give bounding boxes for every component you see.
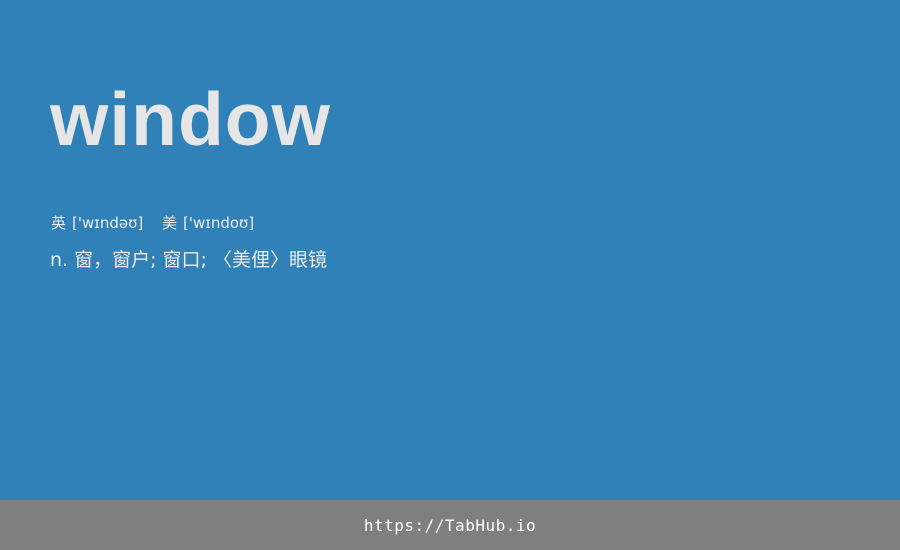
phonetics: 英 ['wɪndəʊ] 美 ['wɪndoʊ] [51, 212, 268, 234]
definition: n. 窗，窗户; 窗口; 〈美俚〉眼镜 [50, 246, 327, 274]
phonetic-us-ipa: ['wɪndoʊ] [183, 214, 255, 232]
phonetic-uk: 英 ['wɪndəʊ] [51, 214, 148, 232]
phonetic-us-region: 美 [162, 214, 178, 232]
phonetic-uk-ipa: ['wɪndəʊ] [72, 214, 144, 232]
headword: window [50, 77, 331, 161]
part-of-speech: n. [50, 249, 69, 271]
page: window 英 ['wɪndəʊ] 美 ['wɪndoʊ] n. 窗，窗户; 窗口;… [0, 0, 900, 550]
tabhub-link[interactable]: https://TabHub.io [364, 516, 536, 535]
footer-bar: https://TabHub.io [0, 500, 900, 550]
definition-text: 窗，窗户; 窗口; 〈美俚〉眼镜 [74, 249, 327, 271]
word-card: window 英 ['wɪndəʊ] 美 ['wɪndoʊ] n. 窗，窗户; 窗口;… [0, 0, 900, 500]
phonetic-us: 美 ['wɪndoʊ] [162, 214, 254, 232]
phonetic-uk-region: 英 [51, 214, 67, 232]
